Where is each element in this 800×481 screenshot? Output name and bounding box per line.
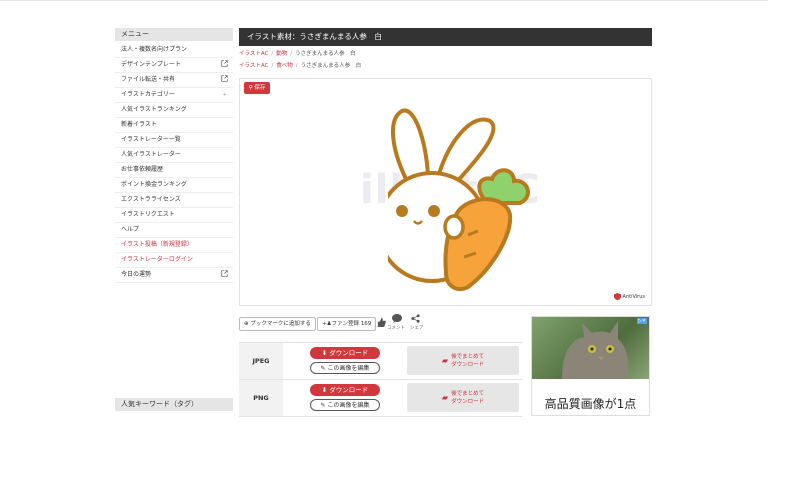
breadcrumb-root-link[interactable]: イラストAC [239, 63, 268, 69]
format-label: PNG [239, 380, 283, 416]
sidebar-item-request[interactable]: イラストリクエスト [115, 208, 233, 223]
sidebar-item-label: ポイント換金ランキング [121, 181, 187, 188]
breadcrumb-category-link[interactable]: 動物 [276, 51, 287, 57]
ad-headline: 高品質画像が1点 [544, 397, 637, 411]
sidebar-item-job-history[interactable]: お仕事依頼履歴 [115, 163, 233, 178]
top-divider [0, 0, 768, 1]
folder-icon: ▰ [441, 355, 449, 365]
sidebar-item-label: エクストラライセンス [121, 196, 181, 203]
sidebar-item-login[interactable]: イラストレーターログイン [115, 253, 233, 268]
download-label: ダウンロード [329, 386, 369, 394]
edit-icon: ✎ [320, 365, 326, 372]
breadcrumb-current: うさぎまんまる人参 白 [300, 63, 362, 69]
sidebar-item-label: デザインテンプレート [121, 61, 181, 68]
antivirus-badge: AntiVirus [613, 293, 645, 300]
fan-label: ファン登録 [331, 321, 360, 327]
external-link-icon [221, 270, 228, 277]
share-label: シェア [410, 326, 424, 331]
sidebar-item-label: ファイル転送・共有 [121, 76, 176, 83]
bookmark-label: ブックマークに追加する [250, 321, 311, 327]
action-bar: ⊕ ブックマークに追加する +♟ファン登録 169 コメント シェア [239, 312, 519, 334]
illustration-preview: ⚲ 保存 illustAC AntiVirus [239, 78, 652, 306]
breadcrumb-category-link[interactable]: 食べ物 [276, 63, 293, 69]
edit-image-button[interactable]: ✎ この画像を編集 [310, 362, 380, 374]
download-row-png: PNG ⬇ ダウンロード ✎ この画像を編集 ▰ 後でまとめて ダウンロード [239, 380, 522, 417]
download-button[interactable]: ⬇ ダウンロード [310, 384, 380, 396]
page-title: イラスト素材：うさぎまんまる人参 白 [239, 28, 652, 46]
shield-icon [613, 293, 621, 300]
antivirus-label: AntiVirus [622, 293, 645, 300]
external-link-icon [221, 75, 228, 82]
breadcrumb: イラストAC / 食べ物 / うさぎまんまる人参 白 [239, 63, 362, 69]
download-icon: ⬇ [321, 386, 328, 394]
sidebar-item-extra-license[interactable]: エクストラライセンス [115, 193, 233, 208]
expand-indicator: + [222, 92, 227, 98]
sidebar-item-illust-category[interactable]: イラストカテゴリー + [115, 88, 233, 103]
download-button[interactable]: ⬇ ダウンロード [310, 347, 380, 359]
sidebar-item-design-template[interactable]: デザインテンプレート [115, 58, 233, 73]
sidebar-item-label: イラスト投稿（新規登録） [121, 241, 193, 248]
sidebar-header: メニュー [115, 28, 233, 41]
format-label: JPEG [239, 343, 283, 379]
sidebar: メニュー 法人・複数名向けプラン デザインテンプレート ファイル転送・共有 イラ… [115, 28, 233, 411]
sidebar-item-illustrators[interactable]: イラストレーター一覧 [115, 133, 233, 148]
edit-image-button[interactable]: ✎ この画像を編集 [310, 399, 380, 411]
download-later-button[interactable]: ▰ 後でまとめて ダウンロード [407, 346, 519, 375]
pinterest-save-button[interactable]: ⚲ 保存 [244, 82, 270, 94]
external-link-icon [221, 60, 228, 67]
sidebar-item-label: 法人・複数名向けプラン [121, 46, 188, 53]
sidebar-item-file-transfer[interactable]: ファイル転送・共有 [115, 73, 233, 88]
share-icon[interactable] [411, 314, 420, 323]
breadcrumb-root-link[interactable]: イラストAC [239, 51, 268, 57]
breadcrumb: イラストAC / 動物 / うさぎまんまる人参 白 [239, 51, 356, 57]
sidebar-item-label: イラストレーターログイン [121, 256, 193, 263]
download-later-button[interactable]: ▰ 後でまとめて ダウンロード [407, 383, 519, 412]
sidebar-item-label: 新着イラスト [121, 121, 157, 128]
sidebar-item-popular-illustrators[interactable]: 人気イラストレーター [115, 148, 233, 163]
sidebar-item-label: お仕事依頼履歴 [121, 166, 164, 173]
fan-register-button[interactable]: +♟ファン登録 169 [317, 317, 377, 331]
add-user-icon: +♟ [322, 321, 332, 327]
sidebar-item-point-ranking[interactable]: ポイント換金ランキング [115, 178, 233, 193]
sidebar-menu: 法人・複数名向けプラン デザインテンプレート ファイル転送・共有 イラストカテゴ… [115, 43, 233, 283]
sidebar-item-label: 今日の運勢 [121, 271, 152, 278]
sidebar-item-label: イラストカテゴリー [121, 91, 175, 98]
sidebar-item-label: イラストレーター一覧 [121, 136, 181, 143]
sidebar-item-label: イラストリクエスト [121, 211, 175, 218]
cat-image [562, 321, 629, 379]
folder-icon: ▰ [441, 392, 449, 402]
sidebar-item-help[interactable]: ヘルプ [115, 223, 233, 238]
sidebar-item-label: 人気イラストランキング [121, 106, 187, 113]
sidebar-item-label: ヘルプ [121, 226, 140, 233]
edit-label: この画像を編集 [327, 402, 370, 409]
sidebar-item-label: 人気イラストレーター [121, 151, 181, 158]
download-icon: ⬇ [321, 349, 328, 357]
breadcrumb-current: うさぎまんまる人参 白 [295, 51, 356, 57]
popular-keywords-header: 人気キーワード（タグ） [115, 398, 233, 411]
advertisement[interactable]: ▷✕ 高品質画像が1点 [531, 316, 650, 416]
bookmark-button[interactable]: ⊕ ブックマークに追加する [239, 317, 316, 331]
edit-icon: ✎ [320, 402, 326, 409]
edit-label: この画像を編集 [327, 365, 370, 372]
download-label: ダウンロード [329, 349, 369, 357]
rabbit-carrot-illustration [388, 108, 530, 292]
download-later-label: 後でまとめて ダウンロード [451, 353, 485, 368]
download-row-jpeg: JPEG ⬇ ダウンロード ✎ この画像を編集 ▰ 後でまとめて ダウンロード [239, 343, 522, 380]
ad-info-icon[interactable]: ▷✕ [636, 318, 647, 324]
comment-icon[interactable] [392, 314, 402, 323]
download-table: JPEG ⬇ ダウンロード ✎ この画像を編集 ▰ 後でまとめて ダウンロード P… [239, 342, 522, 417]
plus-circle-icon: ⊕ [244, 321, 249, 327]
fan-count: 169 [360, 321, 372, 327]
comment-label: コメント [387, 326, 405, 331]
thumbs-up-icon[interactable] [377, 318, 386, 327]
sidebar-item-corporate-plan[interactable]: 法人・複数名向けプラン [115, 43, 233, 58]
pin-icon: ⚲ [248, 85, 253, 91]
ad-cat-image [532, 317, 649, 379]
sidebar-item-fortune[interactable]: 今日の運勢 [115, 268, 233, 283]
sidebar-item-new[interactable]: 新着イラスト [115, 118, 233, 133]
download-later-label: 後でまとめて ダウンロード [451, 390, 485, 405]
save-label: 保存 [254, 85, 266, 91]
sidebar-item-register[interactable]: イラスト投稿（新規登録） [115, 238, 233, 253]
sidebar-item-ranking[interactable]: 人気イラストランキング [115, 103, 233, 118]
